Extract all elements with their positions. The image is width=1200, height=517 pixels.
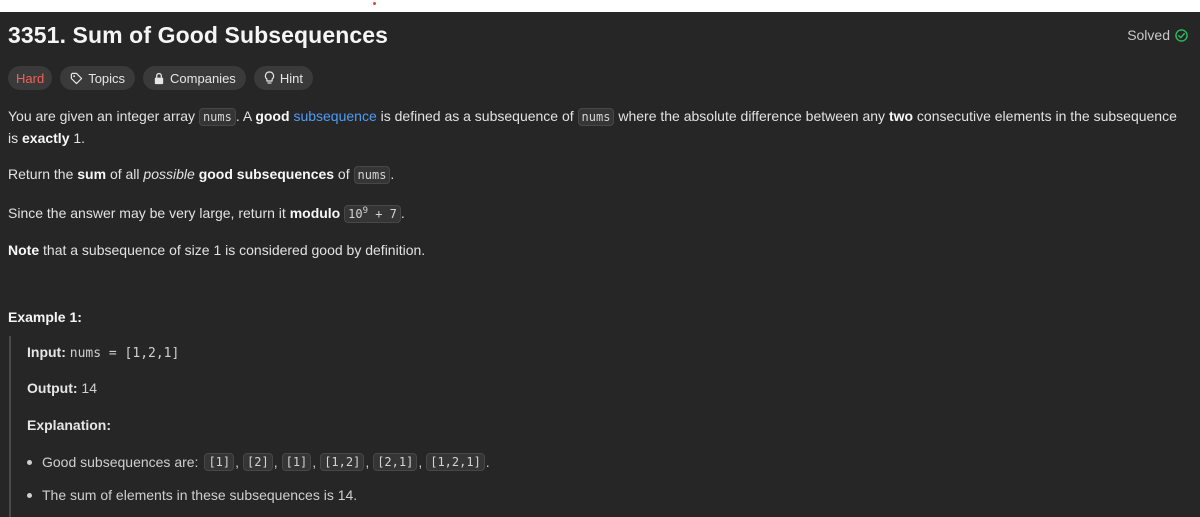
output-label: Output: (27, 380, 78, 396)
example-block: Input: nums = [1,2,1] Output: 14 Explana… (9, 336, 1109, 517)
bold-text: sum (77, 166, 107, 182)
problem-title: 3351. Sum of Good Subsequences (8, 22, 389, 48)
subsequence-code: [1] (281, 453, 312, 471)
bullet-text: The sum of elements in these subsequence… (42, 487, 358, 503)
code-modulo: 109 + 7 (344, 205, 401, 223)
code-nums: nums (577, 108, 615, 126)
bold-text: two (888, 108, 914, 124)
code-nums: nums (353, 166, 391, 184)
italic-text: possible (143, 166, 195, 182)
code-nums: nums (198, 108, 236, 126)
lock-icon (154, 72, 164, 84)
text: Since the answer may be very large, retu… (8, 205, 290, 221)
solved-status: Solved (1127, 27, 1188, 43)
description-paragraph-4: Note that a subsequence of size 1 is con… (8, 240, 1188, 261)
text: . A (235, 108, 256, 124)
text: where the absolute difference between an… (614, 108, 889, 124)
description-paragraph-3: Since the answer may be very large, retu… (8, 201, 1188, 225)
subsequence-code: [2] (243, 453, 273, 471)
subsequence-code: [1,2,1] (426, 453, 485, 471)
explanation-label: Explanation: (27, 417, 112, 433)
solved-label: Solved (1127, 27, 1170, 43)
bold-text: good (255, 108, 290, 124)
bold-text: exactly (22, 130, 70, 146)
companies-label: Companies (170, 70, 236, 86)
tag-row: Hard Topics Companies Hint (8, 66, 313, 90)
example-input: Input: nums = [1,2,1] (27, 344, 179, 361)
companies-button[interactable]: Companies (143, 66, 246, 90)
example-title: Example 1: (8, 309, 82, 325)
input-value: nums = [1,2,1] (69, 346, 180, 361)
text: of (334, 166, 354, 182)
loading-dot (373, 2, 376, 5)
topics-label: Topics (88, 70, 126, 86)
difficulty-badge: Hard (8, 66, 53, 90)
bold-text: good subsequences (198, 166, 335, 182)
browser-top-strip (0, 0, 1200, 12)
input-label: Input: (27, 344, 66, 360)
topics-button[interactable]: Topics (60, 66, 136, 90)
subsequence-code: [2,1] (373, 453, 418, 471)
description-paragraph-2: Return the sum of all possible good subs… (8, 164, 1188, 186)
text: of all (106, 166, 144, 182)
example-explanation: Explanation: (27, 417, 111, 433)
text: . (400, 205, 405, 221)
text: Return the (8, 166, 78, 182)
hint-label: Hint (279, 70, 303, 86)
subsequence-link[interactable]: subsequence (293, 108, 376, 124)
bold-text: Note (8, 242, 40, 258)
code-text: 10 (348, 207, 363, 221)
bold-text: modulo (289, 205, 341, 221)
text: 1. (69, 130, 86, 146)
tag-icon (70, 72, 83, 84)
text: You are given an integer array (8, 108, 199, 124)
code-text: + 7 (368, 207, 397, 221)
text: that a subsequence of size 1 is consider… (39, 242, 426, 258)
explanation-bullet-1: Good subsequences are: [1], [2], [1], [1… (27, 453, 490, 471)
explanation-bullet-2: The sum of elements in these subsequence… (27, 487, 357, 503)
check-circle-icon (1175, 28, 1188, 42)
text: is defined as a subsequence of (376, 108, 578, 124)
description-paragraph-1: You are given an integer array nums. A g… (8, 106, 1188, 149)
subsequence-code: [1,2] (320, 453, 365, 471)
example-output: Output: 14 (27, 380, 97, 396)
problem-description: You are given an integer array nums. A g… (8, 106, 1188, 276)
text: . (390, 166, 395, 182)
subsequence-code: [1] (204, 453, 235, 471)
bullet-dot (27, 459, 32, 465)
lightbulb-icon (264, 71, 274, 84)
bullet-dot (27, 492, 32, 498)
difficulty-label: Hard (16, 70, 45, 86)
bullet-text: Good subsequences are: (42, 454, 199, 470)
hint-button[interactable]: Hint (253, 66, 313, 90)
output-value: 14 (81, 380, 97, 396)
